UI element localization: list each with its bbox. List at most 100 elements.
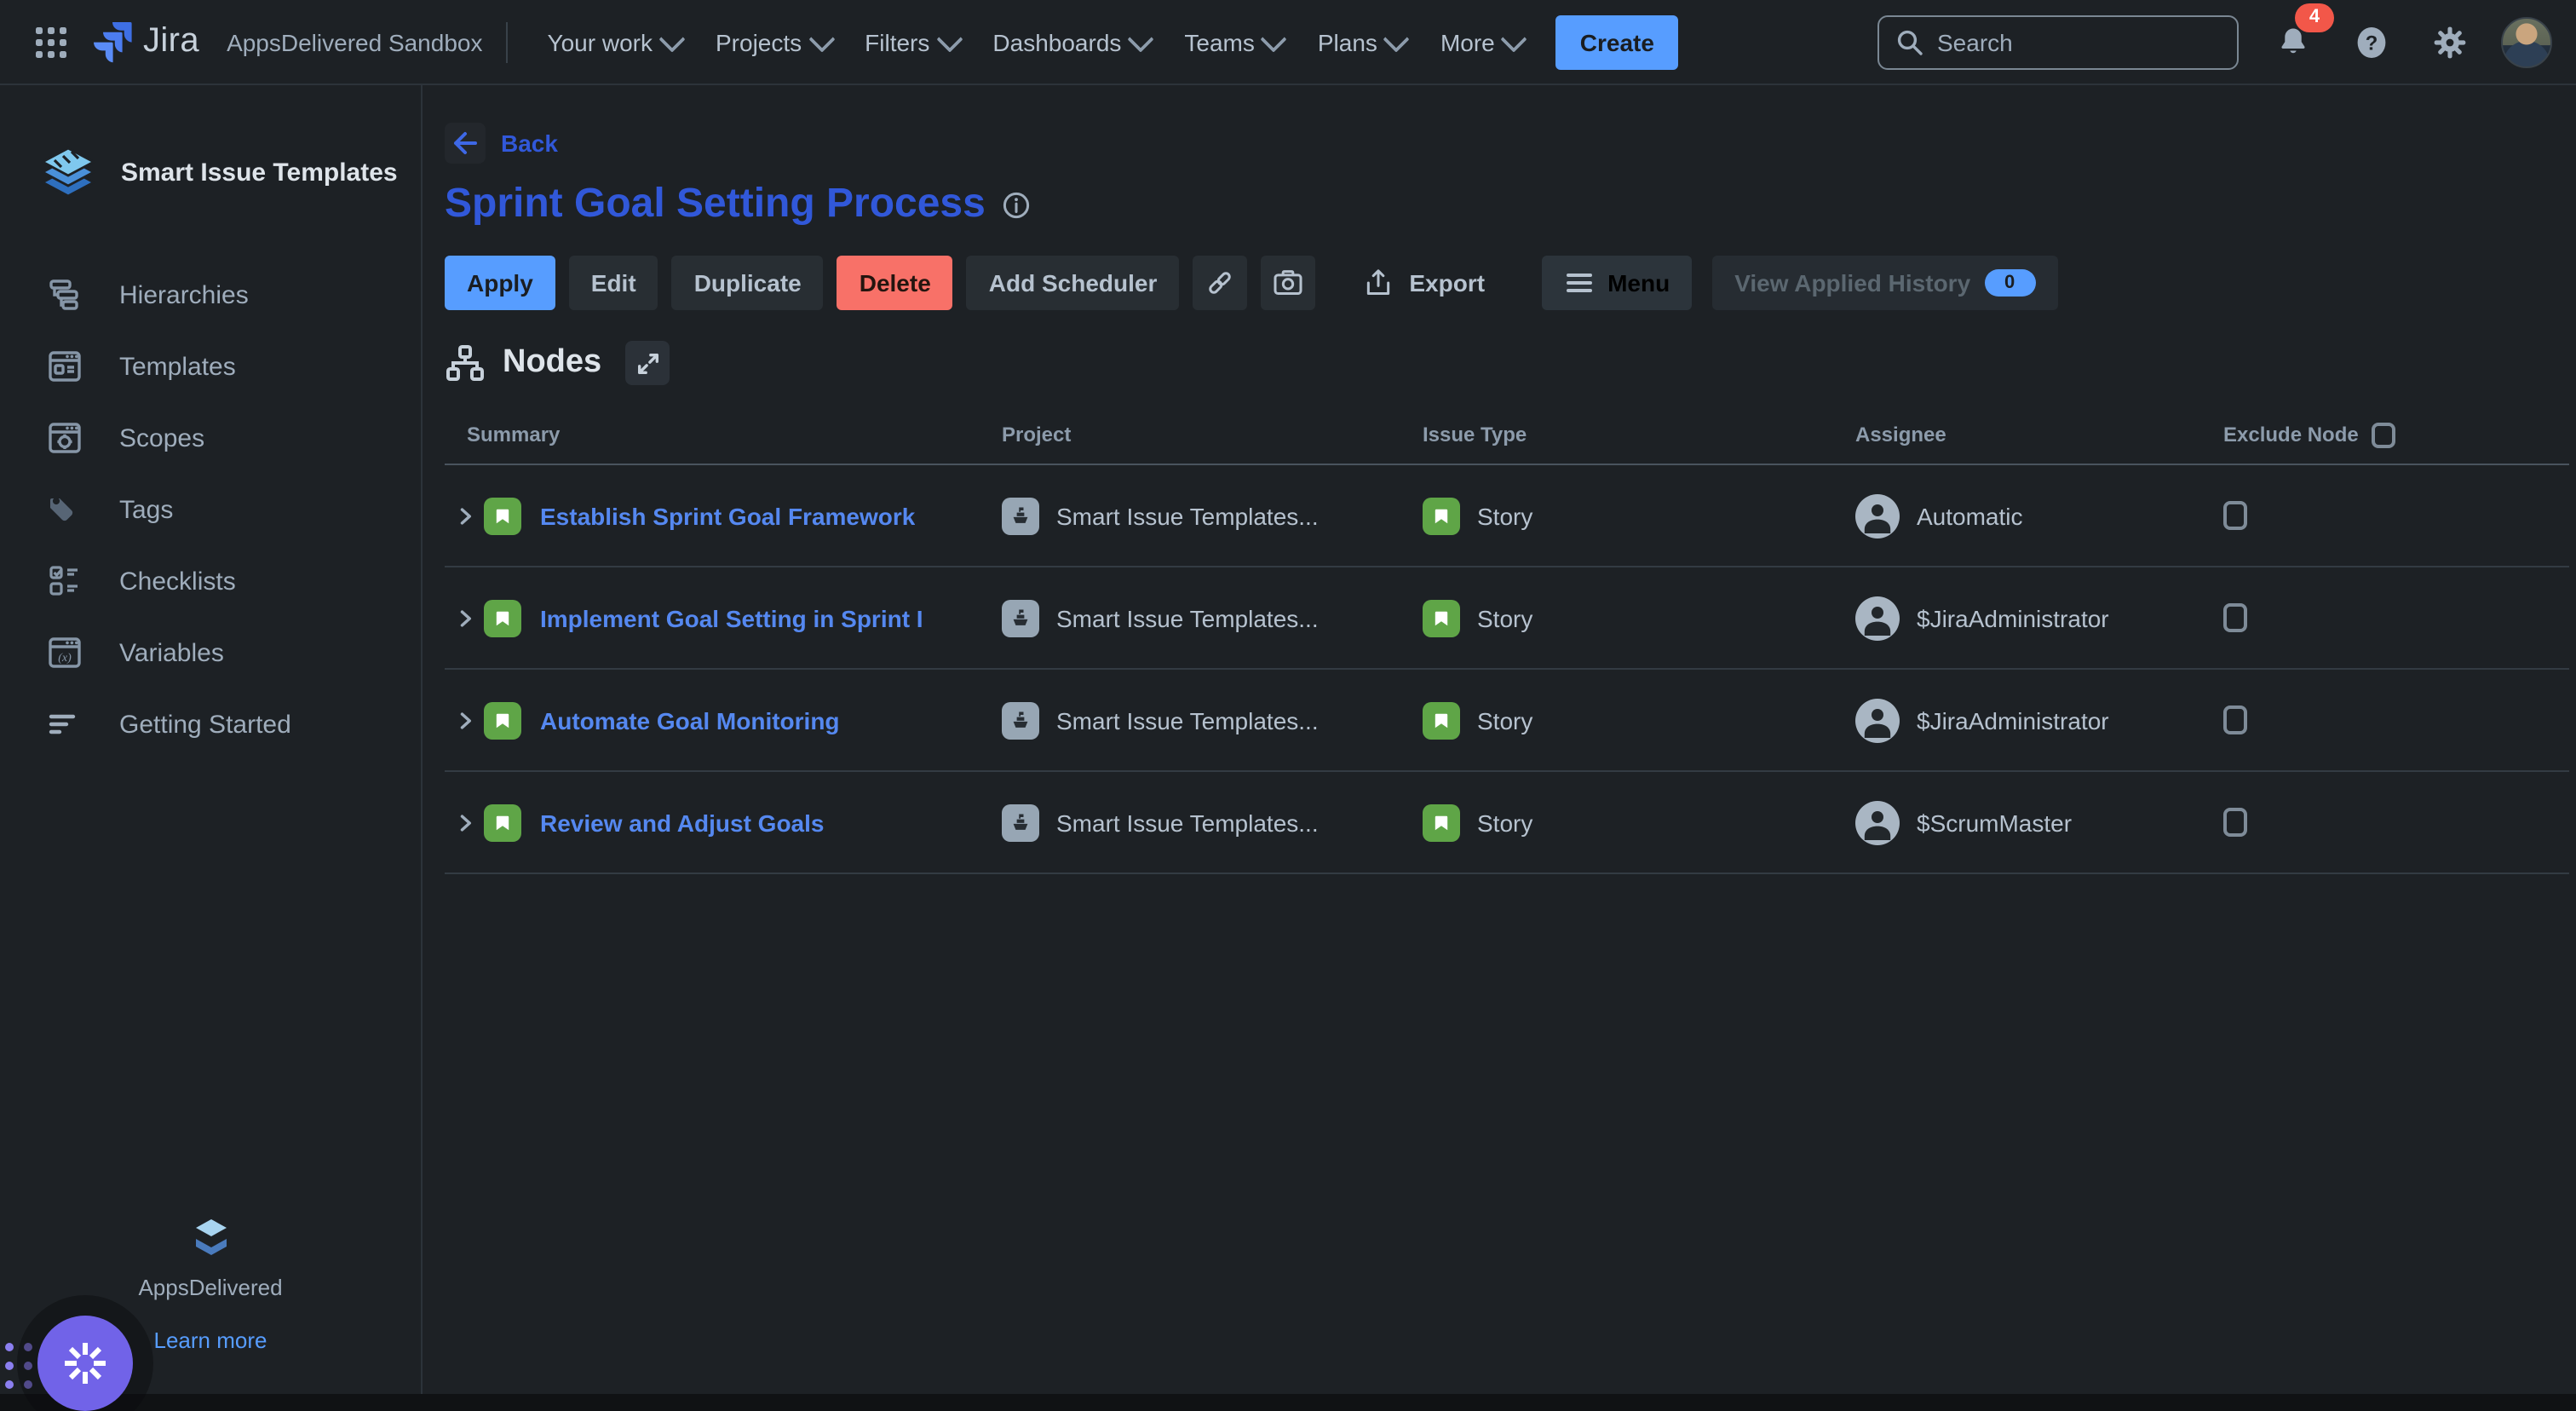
hierarchy-icon xyxy=(44,276,85,314)
sidebar-item-tags[interactable]: Tags xyxy=(0,474,421,545)
svg-text:(x): (x) xyxy=(58,652,72,665)
table-row: Review and Adjust Goals Smart Issue Temp… xyxy=(445,772,2569,874)
assignee-name: $ScrumMaster xyxy=(1917,809,2072,836)
project-avatar-icon xyxy=(1002,599,1039,636)
menu-button[interactable]: Menu xyxy=(1541,256,1692,310)
chevron-down-icon xyxy=(808,26,835,53)
settings-button[interactable] xyxy=(2423,14,2477,69)
node-summary-link[interactable]: Implement Goal Setting in Sprint I xyxy=(540,604,923,631)
apply-button[interactable]: Apply xyxy=(445,256,555,310)
add-scheduler-button[interactable]: Add Scheduler xyxy=(967,256,1180,310)
story-icon xyxy=(1423,701,1460,739)
expand-row-chevron[interactable] xyxy=(450,606,480,630)
node-summary-link[interactable]: Establish Sprint Goal Framework xyxy=(540,502,915,529)
exclude-node-checkbox[interactable] xyxy=(2223,603,2247,632)
nav-plans[interactable]: Plans xyxy=(1302,18,1422,66)
product-name: Jira xyxy=(143,22,199,61)
notifications-button[interactable]: 4 xyxy=(2266,14,2320,69)
help-button[interactable]: ? xyxy=(2344,14,2399,69)
sidebar: Smart Issue Templates Hierarchies xyxy=(0,85,423,1394)
nav-teams[interactable]: Teams xyxy=(1169,18,1298,66)
nodes-section-header: Nodes xyxy=(445,341,2569,385)
story-icon xyxy=(484,497,521,534)
checklist-icon xyxy=(44,562,85,600)
nav-projects[interactable]: Projects xyxy=(700,18,846,66)
sidebar-item-hierarchies[interactable]: Hierarchies xyxy=(0,259,421,331)
expand-nodes-button[interactable] xyxy=(625,341,670,385)
exclude-node-checkbox[interactable] xyxy=(2223,706,2247,734)
expand-row-chevron[interactable] xyxy=(450,810,480,834)
copy-link-button[interactable] xyxy=(1193,256,1247,310)
sidebar-item-variables[interactable]: (x) Variables xyxy=(0,617,421,688)
search-input[interactable] xyxy=(1877,14,2239,69)
camera-icon xyxy=(1271,266,1305,300)
assignee-name: Automatic xyxy=(1917,502,2023,529)
delete-button[interactable]: Delete xyxy=(837,256,953,310)
chevron-down-icon xyxy=(936,26,963,53)
issue-type-label: Story xyxy=(1477,502,1532,529)
nodes-tree-icon xyxy=(445,343,486,383)
node-summary-link[interactable]: Automate Goal Monitoring xyxy=(540,706,840,734)
jira-app-window: Jira AppsDelivered Sandbox Your work Pro… xyxy=(0,0,2576,1394)
nav-filters[interactable]: Filters xyxy=(849,18,974,66)
app-switcher-icon[interactable] xyxy=(24,14,78,69)
assignee-name: $JiraAdministrator xyxy=(1917,604,2109,631)
project-avatar-icon xyxy=(1002,701,1039,739)
export-button[interactable]: Export xyxy=(1339,256,1507,310)
appsdelivered-brand: AppsDelivered xyxy=(0,1275,421,1300)
issue-type-label: Story xyxy=(1477,809,1532,836)
view-applied-history-button[interactable]: View Applied History 0 xyxy=(1712,256,2057,310)
drag-handle-dots[interactable] xyxy=(5,1343,32,1389)
back-arrow-icon xyxy=(445,123,486,164)
expand-icon xyxy=(635,350,660,376)
sidebar-item-getting-started[interactable]: Getting Started xyxy=(0,688,421,760)
exclude-node-checkbox[interactable] xyxy=(2223,808,2247,837)
chevron-down-icon xyxy=(1261,26,1287,53)
snapshot-button[interactable] xyxy=(1261,256,1315,310)
jira-logo[interactable]: Jira xyxy=(92,20,199,64)
back-button[interactable]: Back xyxy=(445,123,558,164)
table-row: Implement Goal Setting in Sprint I Smart… xyxy=(445,567,2569,670)
info-icon[interactable] xyxy=(1003,190,1032,219)
user-avatar[interactable] xyxy=(2501,16,2552,67)
project-avatar-icon xyxy=(1002,497,1039,534)
node-summary-link[interactable]: Review and Adjust Goals xyxy=(540,809,825,836)
topbar-icons: 4 ? xyxy=(2266,14,2552,69)
project-name: Smart Issue Templates... xyxy=(1056,604,1319,631)
project-avatar-icon xyxy=(1002,803,1039,841)
nav-more[interactable]: More xyxy=(1425,18,1539,66)
column-header-assignee: Assignee xyxy=(1835,423,2203,446)
site-name: AppsDelivered Sandbox xyxy=(227,28,482,55)
story-icon xyxy=(484,803,521,841)
story-icon xyxy=(1423,803,1460,841)
exclude-node-checkbox[interactable] xyxy=(2223,501,2247,530)
hamburger-icon xyxy=(1563,268,1594,298)
assignee-avatar-icon xyxy=(1855,493,1900,538)
sidebar-item-checklists[interactable]: Checklists xyxy=(0,545,421,617)
duplicate-button[interactable]: Duplicate xyxy=(672,256,824,310)
assistant-fab-button[interactable] xyxy=(37,1316,133,1411)
primary-nav: Your work Projects Filters Dashboards Te… xyxy=(532,18,1539,66)
expand-row-chevron[interactable] xyxy=(450,708,480,732)
table-row: Establish Sprint Goal Framework Smart Is… xyxy=(445,465,2569,567)
nodes-section-title: Nodes xyxy=(503,344,601,382)
notification-count-badge: 4 xyxy=(2295,3,2334,32)
sidebar-item-templates[interactable]: Templates xyxy=(0,331,421,402)
edit-button[interactable]: Edit xyxy=(569,256,658,310)
assignee-avatar-icon xyxy=(1855,800,1900,844)
exclude-all-checkbox[interactable] xyxy=(2372,422,2396,447)
page-title: Sprint Goal Setting Process xyxy=(445,181,986,228)
sidebar-item-scopes[interactable]: Scopes xyxy=(0,402,421,474)
create-button[interactable]: Create xyxy=(1556,14,1678,69)
column-header-exclude-node: Exclude Node xyxy=(2203,422,2569,447)
nav-your-work[interactable]: Your work xyxy=(532,18,698,66)
export-icon xyxy=(1361,266,1395,300)
app-title: Smart Issue Templates xyxy=(121,158,398,189)
nav-dashboards[interactable]: Dashboards xyxy=(977,18,1165,66)
scopes-icon xyxy=(44,419,85,457)
chevron-down-icon xyxy=(1383,26,1410,53)
main-content: Back Sprint Goal Setting Process Apply E… xyxy=(424,85,2576,1394)
expand-row-chevron[interactable] xyxy=(450,504,480,527)
page-title-row: Sprint Goal Setting Process xyxy=(445,181,2569,228)
table-header-row: Summary Project Issue Type Assignee Excl… xyxy=(445,406,2569,465)
